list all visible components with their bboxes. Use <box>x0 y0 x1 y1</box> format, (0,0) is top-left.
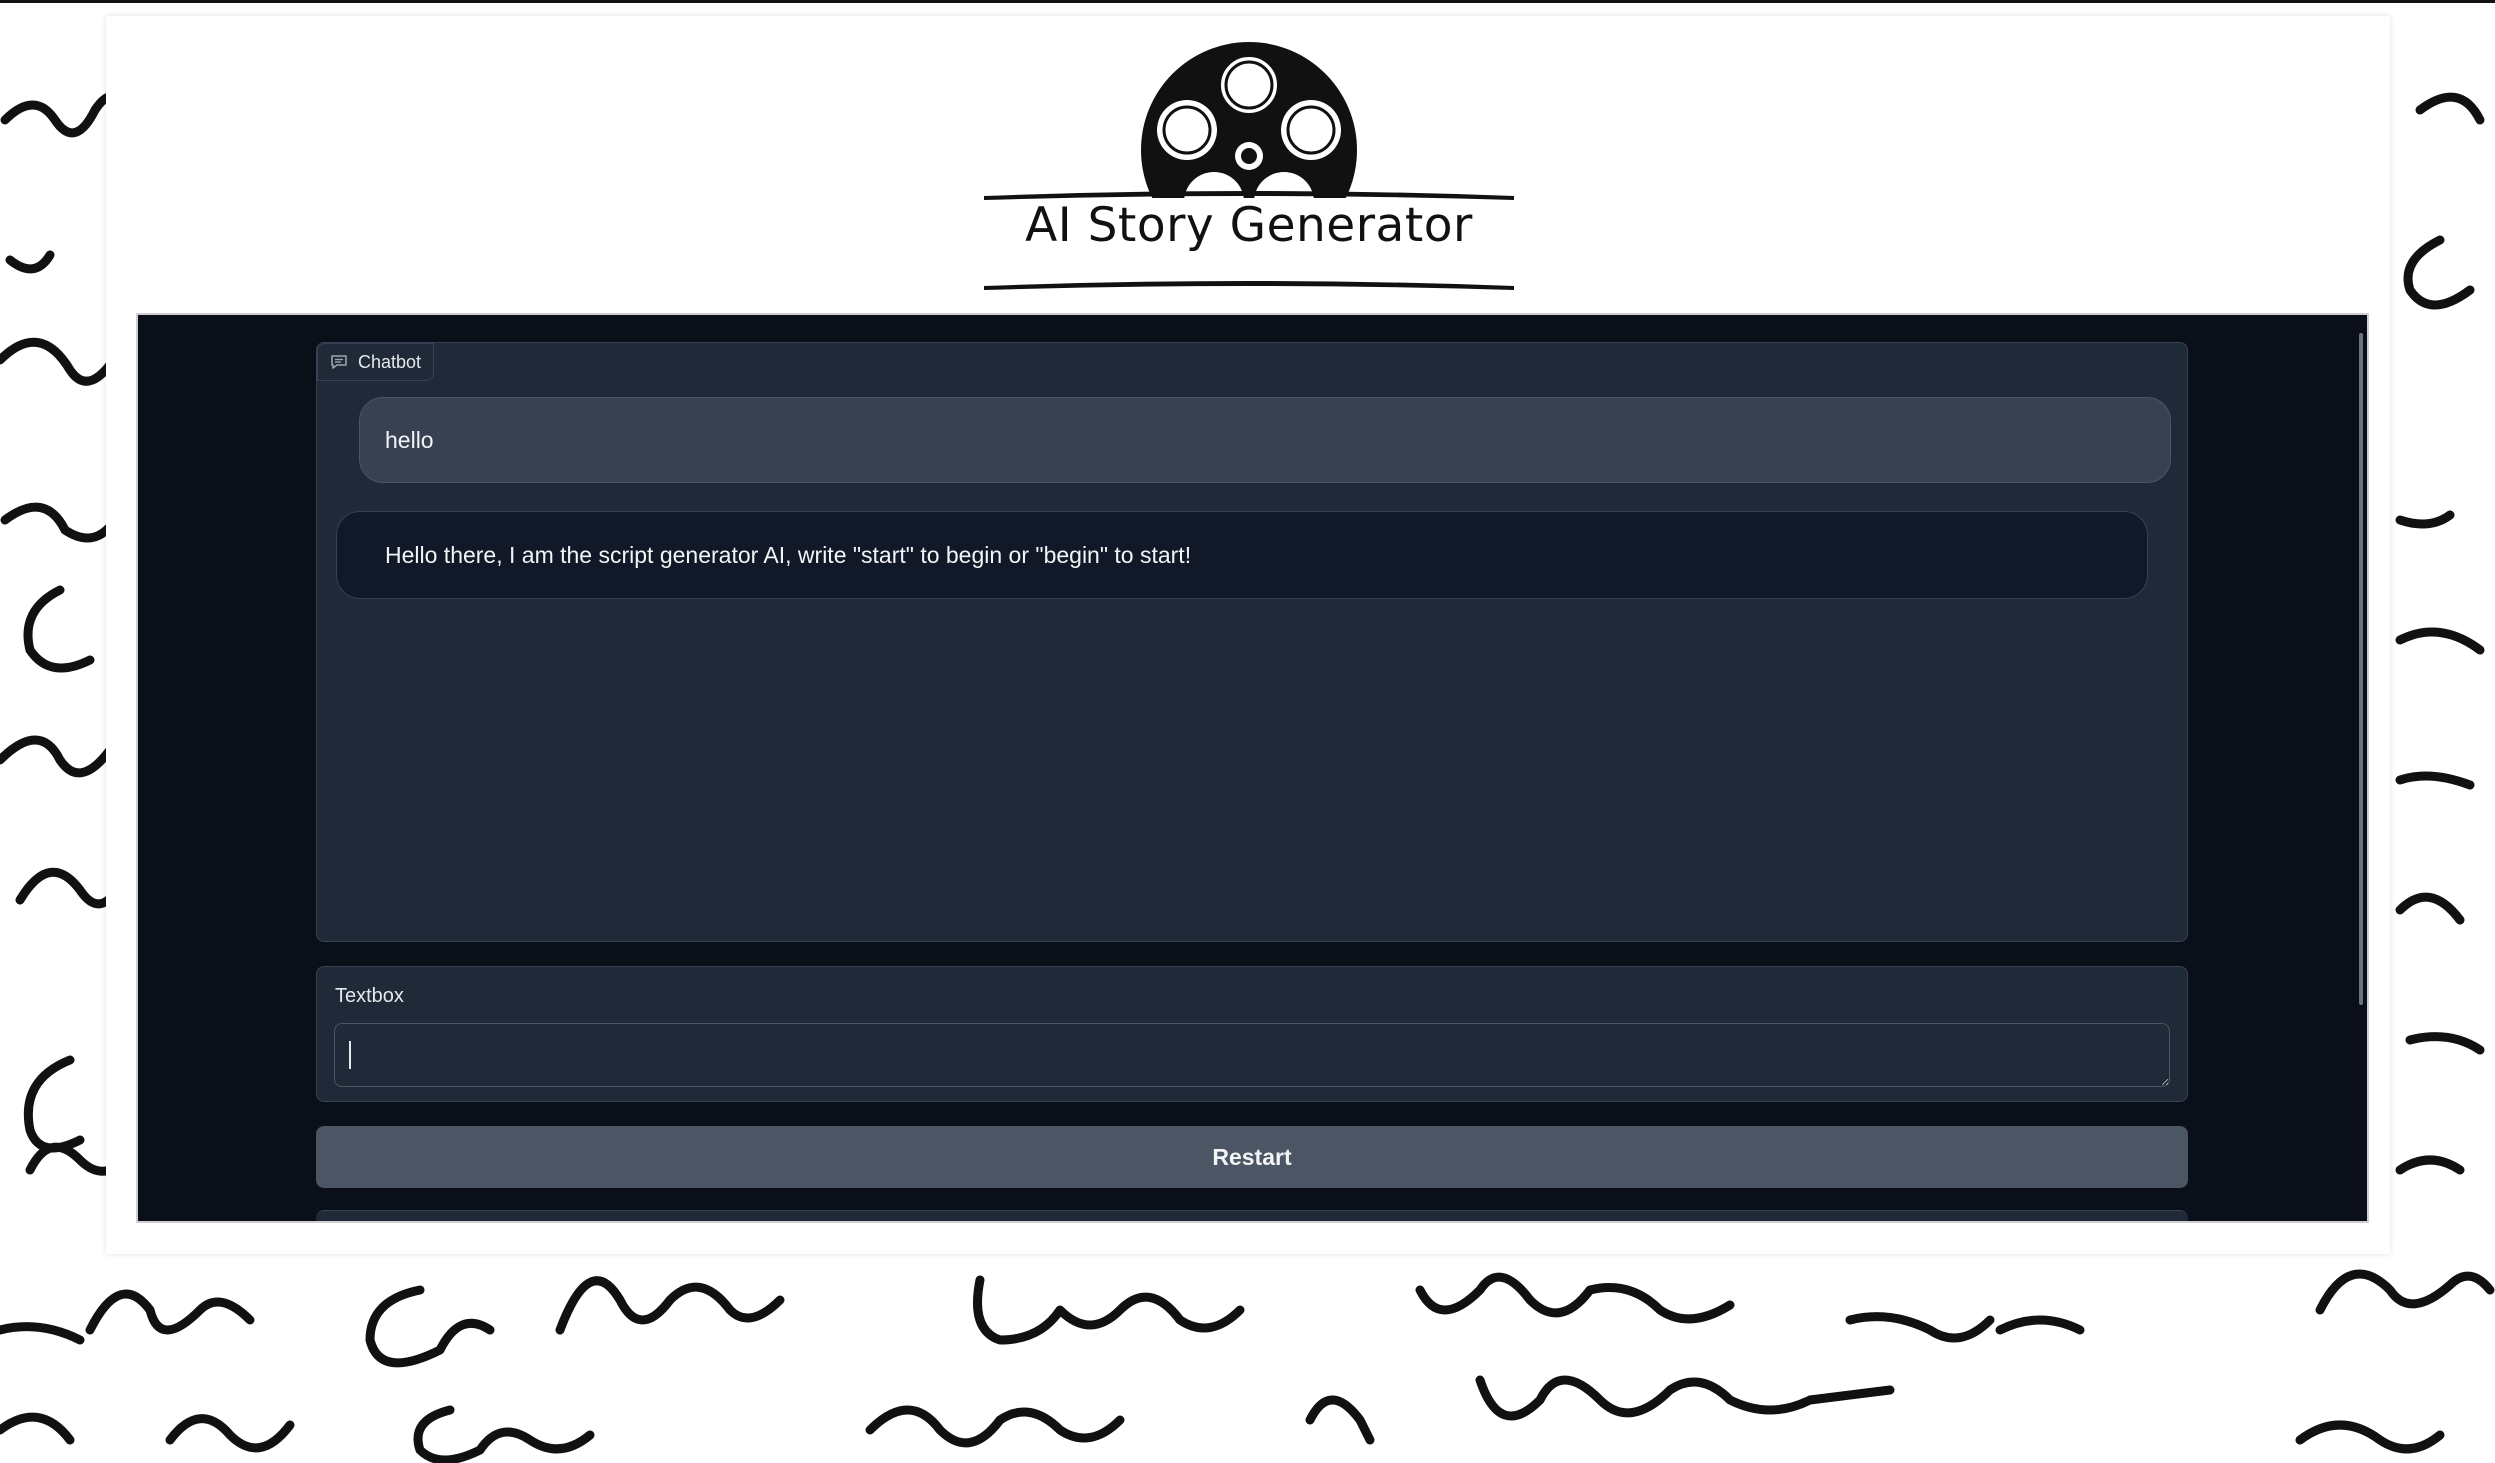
top-border-line <box>0 0 2495 3</box>
textbox-panel: Textbox <box>316 966 2188 1102</box>
app-container: Chatbot hello Hello there, I am the scri… <box>136 313 2369 1223</box>
chatbot-panel: Chatbot hello Hello there, I am the scri… <box>316 342 2188 942</box>
textbox-label: Textbox <box>335 985 404 1007</box>
restart-button[interactable]: Restart <box>316 1126 2188 1188</box>
film-reel-icon <box>984 42 1514 300</box>
chatbot-label-text: Chatbot <box>358 351 422 372</box>
next-panel-edge <box>316 1210 2188 1221</box>
chatbot-label: Chatbot <box>317 343 435 381</box>
text-caret <box>349 1041 351 1069</box>
chat-bubble-icon <box>331 355 347 369</box>
scrollbar[interactable] <box>2359 333 2363 1005</box>
bot-message: Hello there, I am the script generator A… <box>336 511 2148 599</box>
message-input[interactable] <box>334 1023 2170 1087</box>
logo: AI Story Generator <box>984 40 1514 300</box>
logo-title: AI Story Generator <box>1025 198 1473 253</box>
user-message-text: hello <box>385 426 434 453</box>
user-message: hello <box>359 397 2171 483</box>
bot-message-text: Hello there, I am the script generator A… <box>385 541 1192 568</box>
